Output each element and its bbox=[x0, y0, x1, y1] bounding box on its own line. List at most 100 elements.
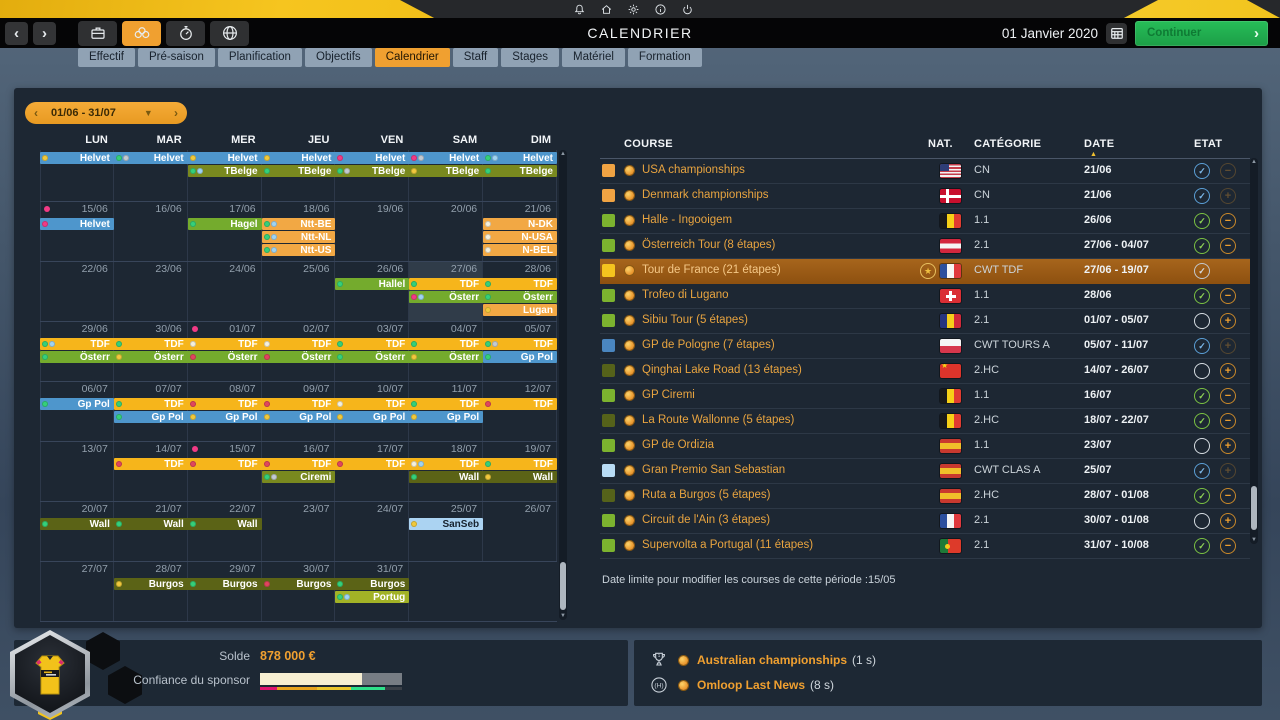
news-title[interactable]: Australian championships bbox=[697, 653, 847, 667]
team-badge[interactable] bbox=[10, 630, 90, 720]
bell-icon[interactable] bbox=[572, 2, 586, 16]
calendar-event-bar[interactable]: Ntt-US bbox=[261, 244, 336, 256]
column-header-course[interactable]: COURSE bbox=[624, 138, 673, 150]
state-blue-check-icon[interactable]: ✓ bbox=[1194, 163, 1210, 179]
calendar-event-bar[interactable]: Ntt-NL bbox=[261, 231, 336, 243]
table-scrollbar[interactable]: ▲ ▼ bbox=[1250, 158, 1258, 544]
range-next-icon[interactable]: › bbox=[165, 106, 187, 120]
race-row[interactable]: Halle - Ingooigem 1.1 26/06 ✓ − bbox=[600, 209, 1250, 234]
race-row[interactable]: USA championships CN 21/06 ✓ − bbox=[600, 159, 1250, 184]
back-button[interactable]: ‹ bbox=[5, 21, 28, 45]
state-green-check-icon[interactable]: ✓ bbox=[1194, 413, 1210, 429]
calendar-event-bar[interactable]: Österr Österr bbox=[409, 291, 557, 303]
tab-mat-riel[interactable]: Matériel bbox=[562, 48, 625, 67]
continue-button[interactable]: Continuer › bbox=[1135, 20, 1268, 46]
tab-pr-saison[interactable]: Pré-saison bbox=[137, 48, 215, 67]
state-green-check-icon[interactable]: ✓ bbox=[1194, 388, 1210, 404]
calendar-event-bar[interactable]: Ntt-BE bbox=[261, 218, 336, 230]
scroll-down-icon[interactable]: ▼ bbox=[559, 613, 567, 619]
news-item[interactable]: (H) Omloop Last News (8 s) bbox=[648, 674, 834, 696]
scroll-up-icon[interactable]: ▲ bbox=[559, 151, 567, 157]
range-prev-icon[interactable]: ‹ bbox=[25, 106, 47, 120]
state-plus-dim-icon[interactable]: + bbox=[1220, 188, 1236, 204]
calendar-event-bar[interactable]: Österr Österr Österr Österr Österr Österr bbox=[40, 351, 484, 363]
calendar-event-bar[interactable]: Gp Pol bbox=[483, 351, 557, 363]
calendar-event-bar[interactable]: Wall Wall bbox=[409, 471, 557, 483]
state-minus-icon[interactable]: − bbox=[1220, 413, 1236, 429]
calendar-event-bar[interactable]: TDF TDF TDF TDF TDF TDF bbox=[113, 458, 557, 470]
home-icon[interactable] bbox=[599, 2, 613, 16]
state-minus-dim-icon[interactable]: − bbox=[1220, 163, 1236, 179]
chevron-down-icon[interactable]: ▼ bbox=[144, 108, 153, 118]
state-empty-icon[interactable] bbox=[1194, 313, 1210, 329]
tab-stages[interactable]: Stages bbox=[501, 48, 560, 67]
race-row[interactable]: GP de Ordizia 1.1 23/07 + bbox=[600, 434, 1250, 459]
state-minus-icon[interactable]: − bbox=[1220, 388, 1236, 404]
race-row[interactable]: Gran Premio San Sebastian CWT CLAS A 25/07… bbox=[600, 459, 1250, 484]
gear-icon[interactable] bbox=[626, 2, 640, 16]
calendar-scrollbar[interactable]: ▲ ▼ bbox=[559, 150, 567, 620]
state-plus-dim-icon[interactable]: + bbox=[1220, 463, 1236, 479]
state-blue-check-icon[interactable]: ✓ bbox=[1194, 188, 1210, 204]
state-plus-icon[interactable]: + bbox=[1220, 438, 1236, 454]
calendar-event-bar[interactable]: N-DK bbox=[483, 218, 557, 230]
race-row[interactable]: Tour de France (21 étapes) ★ CWT TDF 27/06 … bbox=[600, 259, 1250, 284]
calendar-event-bar[interactable]: Helvet Helvet Helvet Helvet Helvet Helvet Helv… bbox=[40, 152, 557, 164]
calendar-icon[interactable] bbox=[1106, 22, 1127, 44]
state-green-check-icon[interactable]: ✓ bbox=[1194, 538, 1210, 554]
race-row[interactable]: Qinghai Lake Road (13 étapes) 2.HC 14/07 -… bbox=[600, 359, 1250, 384]
scroll-up-icon[interactable]: ▲ bbox=[1250, 159, 1258, 165]
state-gray-check-icon[interactable]: ✓ bbox=[1194, 263, 1210, 279]
state-plus-icon[interactable]: + bbox=[1220, 313, 1236, 329]
state-plus-icon[interactable]: + bbox=[1220, 513, 1236, 529]
power-icon[interactable] bbox=[680, 2, 694, 16]
tab-objectifs[interactable]: Objectifs bbox=[304, 48, 372, 67]
calendar-event-bar[interactable]: Portug bbox=[335, 591, 410, 603]
state-minus-icon[interactable]: − bbox=[1220, 538, 1236, 554]
toolbar-button-stopwatch[interactable] bbox=[166, 20, 205, 46]
race-row[interactable]: Ruta a Burgos (5 étapes) 2.HC 28/07 - 01/0… bbox=[600, 484, 1250, 509]
state-empty-icon[interactable] bbox=[1194, 438, 1210, 454]
calendar-event-bar[interactable]: TBelge TBelge TBelge TBelge TBelge bbox=[187, 165, 557, 177]
calendar-scroll-thumb[interactable] bbox=[560, 562, 566, 610]
calendar-event-bar[interactable]: SanSeb bbox=[409, 518, 484, 530]
race-row[interactable]: Österreich Tour (8 étapes) 2.1 27/06 - 04/… bbox=[600, 234, 1250, 259]
calendar-event-bar[interactable]: Gp Pol Gp Pol Gp Pol Gp Pol Gp Pol bbox=[113, 411, 484, 423]
column-header-nat-[interactable]: NAT. bbox=[928, 138, 953, 150]
table-scroll-thumb[interactable] bbox=[1251, 486, 1257, 530]
calendar-event-bar[interactable]: Hagel bbox=[187, 218, 262, 230]
column-header-cat-gorie[interactable]: CATÉGORIE bbox=[974, 138, 1041, 150]
tab-planification[interactable]: Planification bbox=[217, 48, 302, 67]
toolbar-button-team[interactable] bbox=[122, 20, 161, 46]
state-green-check-icon[interactable]: ✓ bbox=[1194, 213, 1210, 229]
calendar-event-bar[interactable]: N-USA bbox=[483, 231, 557, 243]
race-row[interactable]: GP de Pologne (7 étapes) CWT TOURS A 05/07… bbox=[600, 334, 1250, 359]
state-minus-icon[interactable]: − bbox=[1220, 488, 1236, 504]
state-minus-icon[interactable]: − bbox=[1220, 238, 1236, 254]
column-header-date[interactable]: DATE bbox=[1084, 138, 1114, 150]
state-green-check-icon[interactable]: ✓ bbox=[1194, 238, 1210, 254]
tab-staff[interactable]: Staff bbox=[452, 48, 499, 67]
calendar-event-bar[interactable]: Burgos Burgos Burgos Burgos bbox=[113, 578, 410, 590]
race-row[interactable]: GP Ciremi 1.1 16/07 ✓ − bbox=[600, 384, 1250, 409]
race-row[interactable]: La Route Wallonne (5 étapes) 2.HC 18/07 - … bbox=[600, 409, 1250, 434]
toolbar-button-globe[interactable] bbox=[210, 20, 249, 46]
state-plus-dim-icon[interactable]: + bbox=[1220, 338, 1236, 354]
calendar-event-bar[interactable]: Ciremi bbox=[261, 471, 336, 483]
calendar-event-bar[interactable]: Gp Pol bbox=[40, 398, 114, 410]
tab-effectif[interactable]: Effectif bbox=[78, 48, 135, 67]
tab-calendrier[interactable]: Calendrier bbox=[374, 48, 450, 67]
race-row[interactable]: Circuit de l'Ain (3 étapes) 2.1 30/07 - 01… bbox=[600, 509, 1250, 534]
calendar-event-bar[interactable]: Helvet bbox=[40, 218, 114, 230]
news-item[interactable]: 1 Australian championships (1 s) bbox=[648, 649, 876, 671]
state-plus-icon[interactable]: + bbox=[1220, 363, 1236, 379]
state-empty-icon[interactable] bbox=[1194, 363, 1210, 379]
calendar-event-bar[interactable]: Lugan bbox=[483, 304, 557, 316]
state-blue-check-icon[interactable]: ✓ bbox=[1194, 463, 1210, 479]
scroll-down-icon[interactable]: ▼ bbox=[1250, 537, 1258, 543]
calendar-event-bar[interactable]: N-BEL bbox=[483, 244, 557, 256]
state-minus-icon[interactable]: − bbox=[1220, 213, 1236, 229]
calendar-event-bar[interactable]: TDF TDF TDF TDF TDF TDF bbox=[113, 398, 557, 410]
state-minus-icon[interactable]: − bbox=[1220, 288, 1236, 304]
toolbar-button-briefcase[interactable] bbox=[78, 20, 117, 46]
